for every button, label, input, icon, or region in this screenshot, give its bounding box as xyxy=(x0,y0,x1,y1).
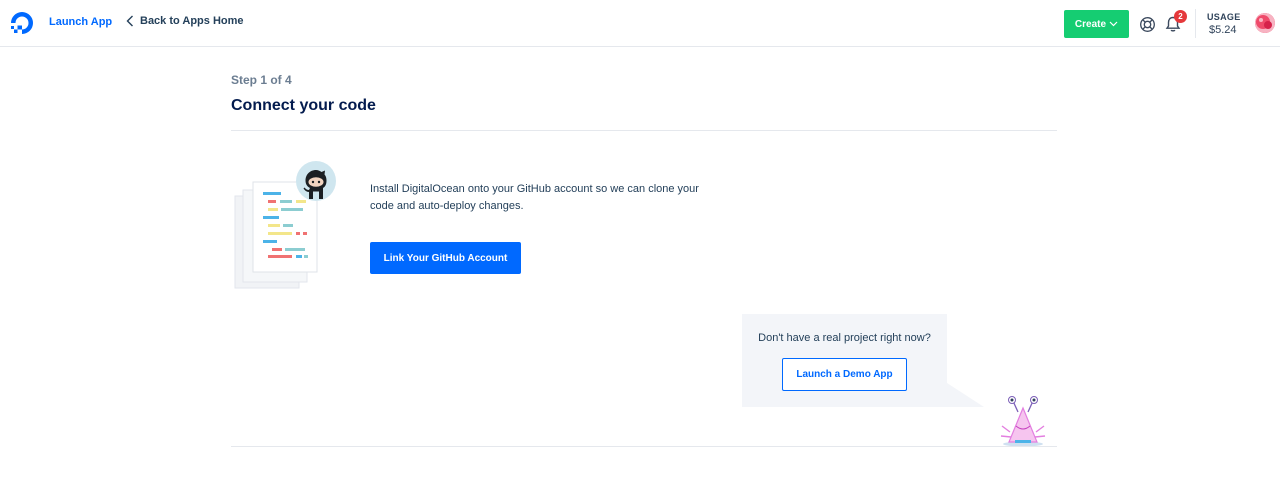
back-link-label: Back to Apps Home xyxy=(140,15,244,27)
notification-badge: 2 xyxy=(1174,10,1187,23)
callout-tail xyxy=(932,383,984,407)
code-files-illustration xyxy=(234,161,336,289)
usage-label: USAGE xyxy=(1207,12,1241,22)
avatar[interactable] xyxy=(1255,13,1275,33)
demo-prompt: Don't have a real project right now? xyxy=(758,332,931,344)
help-lifebuoy-icon[interactable] xyxy=(1139,16,1156,33)
app-title: Launch App xyxy=(49,16,113,28)
github-description: Install DigitalOcean onto your GitHub ac… xyxy=(370,183,699,212)
section-divider-bottom xyxy=(231,446,1057,447)
page-title: Connect your code xyxy=(231,97,376,114)
demo-app-callout: Don't have a real project right now? Lau… xyxy=(742,314,947,407)
back-to-apps-link[interactable]: Back to Apps Home xyxy=(126,15,244,27)
usage-value[interactable]: $5.24 xyxy=(1209,24,1237,36)
create-button-label: Create xyxy=(1074,18,1107,30)
demo-monster-illustration xyxy=(1000,396,1046,446)
github-octocat-icon xyxy=(296,161,336,201)
link-github-button[interactable]: Link Your GitHub Account xyxy=(370,242,521,274)
chevron-down-icon xyxy=(1109,21,1118,27)
step-indicator: Step 1 of 4 xyxy=(231,73,292,87)
section-divider-top xyxy=(231,130,1057,131)
create-button[interactable]: Create xyxy=(1064,10,1129,38)
digitalocean-logo-icon[interactable] xyxy=(9,10,35,36)
top-navigation-bar: Launch App Back to Apps Home Create 2 US… xyxy=(0,0,1280,47)
chevron-left-icon xyxy=(126,15,133,27)
header-divider xyxy=(1195,9,1196,38)
launch-demo-app-button[interactable]: Launch a Demo App xyxy=(782,358,907,391)
